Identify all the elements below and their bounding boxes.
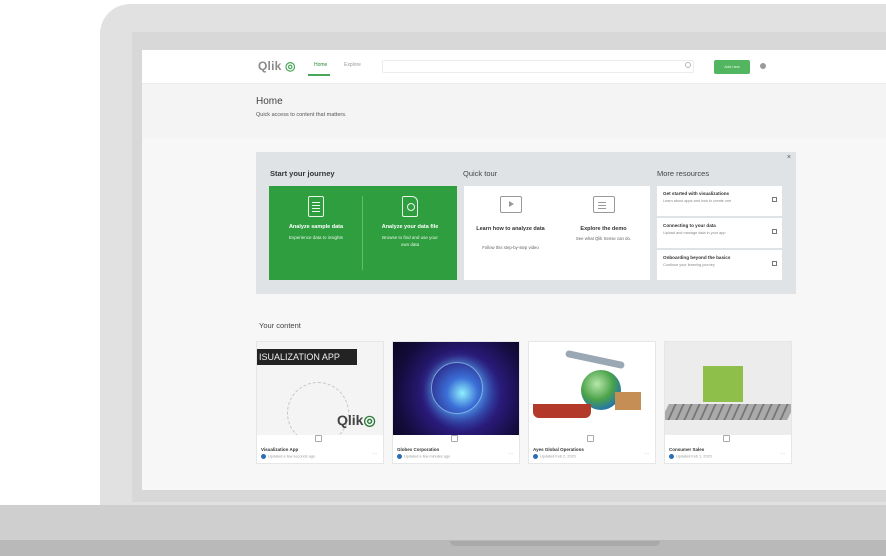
card-meta: Updated a few seconds ago [261,454,315,459]
card-title: Ayes Global Operations [533,447,584,452]
close-icon[interactable]: × [787,154,791,161]
app-card[interactable]: ISUALIZATION APP Qlik◎ Visualization App… [256,341,384,464]
app-icon [723,435,730,442]
avatar [261,454,266,459]
external-link-icon [772,229,777,234]
card-title: Visualization App [261,447,299,452]
thumbnail-banner: ISUALIZATION APP [257,349,357,365]
quick-tour-card: Learn how to analyze data Follow this st… [464,186,650,280]
card-meta: Updated Feb 1, 2020 [669,454,712,459]
card-description: See what Qlik Sense can do. [575,236,632,241]
resource-description: Continue your learning journey [663,263,715,267]
more-options-icon[interactable]: ··· [508,451,513,457]
card-description: Experience data to insights [288,235,344,240]
search-icon[interactable] [685,62,691,68]
laptop-base-edge [0,540,886,556]
resource-description: Upload and manage data in your app [663,231,726,235]
resource-title: Get started with visualizations [663,191,730,196]
app-icon [451,435,458,442]
analyze-data-file-button[interactable]: Analyze your data file Browse to find an… [363,186,457,280]
ship-graphic [533,404,591,418]
more-resources-title: More resources [657,169,710,178]
airplane-graphic [564,349,626,370]
app-screen: Qlik ◎ Home Explore Add new Home Quick a… [142,50,886,490]
laptop-hinge [450,541,660,546]
start-journey-title: Start your journey [270,169,335,178]
main-content: × Start your journey Quick tour More res… [142,138,886,490]
home-header: Home Quick access to content that matter… [142,84,886,138]
conveyor-graphic [665,404,791,420]
app-icon [315,435,322,442]
card-title: Consumer Sales [669,447,705,452]
resource-title: Onboarding beyond the basics [663,255,731,260]
nav-tab-home[interactable]: Home [314,62,327,68]
add-new-button[interactable]: Add new [714,60,750,74]
start-journey-card: Analyze sample data Experience data to i… [269,186,457,280]
card-description: Browse to find and use your own data [382,235,438,247]
card-meta: Updated Feb 2, 2020 [533,454,576,459]
more-options-icon[interactable]: ··· [372,451,377,457]
search-input[interactable] [382,60,694,73]
card-title: Globex Corporation [397,447,440,452]
card-title: Explore the demo [580,226,627,232]
analyze-sample-data-button[interactable]: Analyze sample data Experience data to i… [269,186,363,280]
qlik-logo[interactable]: Qlik ◎ [258,59,296,73]
app-card[interactable]: Ayes Global Operations Updated Feb 2, 20… [528,341,656,464]
top-nav: Qlik ◎ Home Explore Add new [142,50,886,84]
card-description: Follow this step-by-step video [482,245,539,250]
avatar [397,454,402,459]
learn-analyze-video-button[interactable]: Learn how to analyze data Follow this st… [464,186,557,280]
resource-link[interactable]: Onboarding beyond the basics Continue yo… [657,250,782,280]
package-graphic [615,392,641,410]
external-link-icon [772,261,777,266]
external-link-icon [772,197,777,202]
page-title: Home [256,96,283,107]
package-graphic [703,366,743,402]
app-thumbnail: ISUALIZATION APP Qlik◎ [257,342,383,435]
card-title: Analyze sample data [288,224,344,230]
more-options-icon[interactable]: ··· [780,451,785,457]
file-upload-icon [402,196,418,217]
page-subtitle: Quick access to content that matters. [256,112,347,118]
card-title: Learn how to analyze data [476,226,545,232]
app-card[interactable]: Consumer Sales Updated Feb 1, 2020 ··· [664,341,792,464]
nav-tab-explore[interactable]: Explore [344,62,361,68]
app-icon [587,435,594,442]
app-card[interactable]: Globex Corporation Updated a few minutes… [392,341,520,464]
resources-list: Get started with visualizations Learn ab… [657,186,782,282]
resource-title: Connecting to your data [663,223,716,228]
more-options-icon[interactable]: ··· [644,451,649,457]
document-icon [308,196,324,217]
app-thumbnail [529,342,655,435]
resource-link[interactable]: Get started with visualizations Learn ab… [657,186,782,216]
globe-graphic [431,362,483,414]
user-icon[interactable] [760,63,766,69]
app-thumbnail [393,342,519,435]
journey-panel: × Start your journey Quick tour More res… [256,152,796,294]
resource-description: Learn about apps and how to create one [663,199,732,203]
active-tab-indicator [308,74,330,76]
avatar [533,454,538,459]
card-meta: Updated a few minutes ago [397,454,450,459]
stage: Qlik ◎ Home Explore Add new Home Quick a… [0,0,886,556]
qlik-brand-mark: Qlik◎ [337,412,376,428]
your-content-title: Your content [259,321,301,330]
resource-link[interactable]: Connecting to your data Upload and manag… [657,218,782,248]
quick-tour-title: Quick tour [463,169,498,178]
demo-icon [593,196,615,213]
avatar [669,454,674,459]
play-video-icon [500,196,522,213]
card-title: Analyze your data file [381,224,439,230]
app-thumbnail [665,342,791,435]
explore-demo-button[interactable]: Explore the demo See what Qlik Sense can… [557,186,650,280]
